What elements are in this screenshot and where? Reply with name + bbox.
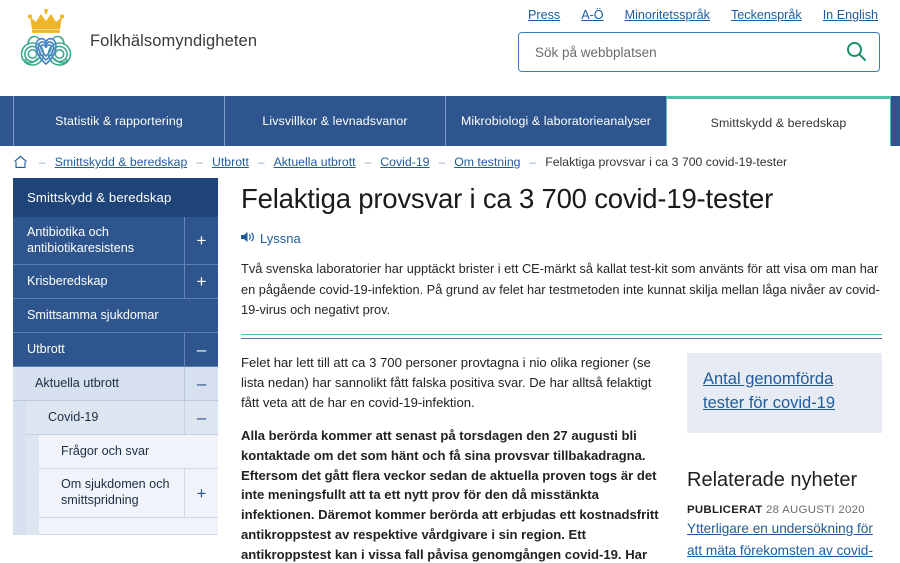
sidebar-item-label: Frågor och svar [61,444,150,459]
breadcrumb-separator: – [438,155,446,169]
sidebar-item-label: Antibiotika och antibiotikaresistens [27,225,135,255]
sidebar-item-om-sjukdomen[interactable]: Om sjukdomen och smittspridning + [39,469,218,518]
breadcrumb-separator: – [257,155,265,169]
nav-tab-smittskydd[interactable]: Smittskydd & beredskap [666,96,891,146]
news-link[interactable]: Ytterligare en undersökning för att mäta… [687,518,882,563]
article: Felaktiga provsvar i ca 3 700 covid-19-t… [218,178,900,563]
top-link-a-o[interactable]: A-Ö [581,8,603,22]
brand-name: Folkhälsomyndigheten [90,31,258,50]
content-area: Smittskydd & beredskap Antibiotika och a… [0,178,900,563]
breadcrumb-link-om-testning[interactable]: Om testning [454,155,520,169]
home-icon[interactable] [13,155,28,169]
listen-label: Lyssna [260,231,301,247]
listen-button[interactable]: Lyssna [241,231,301,246]
crown-trefoil-logo-icon [14,8,78,74]
breadcrumb-link-smittskydd[interactable]: Smittskydd & beredskap [55,155,188,169]
news-date: 28 AUGUSTI 2020 [766,503,865,516]
sidebar-item-label: Om sjukdomen och smittspridning [61,477,170,508]
brand-block[interactable]: Folkhälsomyndigheten [0,0,500,74]
main-navigation: Statistik & rapportering Livsvillkor & l… [0,96,900,146]
top-link-teckensprak[interactable]: Teckenspråk [731,8,802,22]
article-lead: Två svenska laboratorier har upptäckt br… [241,261,880,317]
collapse-minus-icon[interactable]: – [184,401,218,435]
sidebar-item-label: Krisberedskap [27,274,108,289]
sidebar-nest-level2: Covid-19 – Frågor och svar Om sjukdomen … [13,401,218,536]
search-submit-button[interactable] [843,40,869,65]
sidebar-item-label: Aktuella utbrott [35,376,120,391]
page-root: Folkhälsomyndigheten Press A-Ö Minoritet… [0,0,900,563]
breadcrumb-link-utbrott[interactable]: Utbrott [212,155,249,169]
sidebar-item-aktuella-utbrott[interactable]: Aktuella utbrott – [13,367,218,402]
breadcrumb-separator: – [196,155,203,169]
divider-blue [241,338,882,340]
sidebar-item-antibiotika[interactable]: Antibiotika och antibiotikaresistens + [13,217,218,266]
sidebar-item-label: Covid-19 [48,410,99,425]
sidebar-item-fragor-och-svar[interactable]: Frågor och svar [39,435,218,470]
expand-plus-icon[interactable]: + [184,469,218,517]
breadcrumb-separator: – [39,155,46,169]
sidebar-item-utbrott[interactable]: Utbrott – [13,333,218,368]
nav-tab-statistik[interactable]: Statistik & rapportering [13,96,225,146]
breadcrumb-link-covid19[interactable]: Covid-19 [380,155,429,169]
news-published-label: PUBLICERAT [687,503,763,516]
news-meta: PUBLICERAT 28 AUGUSTI 2020 [687,504,882,516]
sidebar-item-smittsamma-sjukdomar[interactable]: Smittsamma sjukdomar [13,299,218,334]
header-right: Press A-Ö Minoritetsspråk Teckenspråk In… [500,0,900,72]
sidebar-item-label: Utbrott [27,342,65,357]
top-link-press[interactable]: Press [528,8,560,22]
nav-tab-mikrobiologi[interactable]: Mikrobiologi & laboratorieanalyser [445,96,667,146]
article-paragraph-bold: Alla berörda kommer att senast på torsda… [241,427,659,563]
top-link-minoritetssprak[interactable]: Minoritetsspråk [625,8,710,22]
search-icon [845,40,867,65]
collapse-minus-icon[interactable]: – [184,367,218,401]
sidebar-title: Smittskydd & beredskap [13,178,218,217]
sidebar-item-label: Smittsamma sjukdomar [27,308,159,323]
search-input[interactable] [533,43,843,61]
page-title: Felaktiga provsvar i ca 3 700 covid-19-t… [241,183,774,214]
collapse-minus-icon[interactable]: – [184,333,218,367]
article-paragraph: Felet har lett till att ca 3 700 persone… [241,355,652,410]
breadcrumb-current: Felaktiga provsvar i ca 3 700 covid-19-t… [545,155,788,169]
breadcrumb-separator: – [529,155,537,169]
related-news-heading: Relaterade nyheter [687,468,858,491]
site-header: Folkhälsomyndigheten Press A-Ö Minoritet… [0,0,900,96]
news-item: PUBLICERAT 28 AUGUSTI 2020 Ytterligare e… [687,504,882,563]
expand-plus-icon[interactable]: + [184,265,218,299]
breadcrumb-link-aktuella-utbrott[interactable]: Aktuella utbrott [274,155,356,169]
promo-box: Antal genomförda tester för covid-19 [687,353,882,433]
sidebar-item-label [39,518,71,534]
left-sidebar: Smittskydd & beredskap Antibiotika och a… [13,178,218,536]
right-column: Antal genomförda tester för covid-19 Rel… [687,353,882,563]
sidebar-nest-level3: Frågor och svar Om sjukdomen och smittsp… [13,435,218,536]
sidebar-item-covid19[interactable]: Covid-19 – [26,401,218,436]
no-toggle [184,435,218,468]
sidebar-item-krisberedskap[interactable]: Krisberedskap + [13,265,218,300]
sidebar-item-partial[interactable] [39,517,218,535]
top-link-in-english[interactable]: In English [823,8,878,22]
nav-tab-livsvillkor[interactable]: Livsvillkor & levnadsvanor [224,96,446,146]
expand-plus-icon[interactable]: + [184,217,218,265]
article-columns: Felet har lett till att ca 3 700 persone… [241,353,882,563]
breadcrumb-separator: – [364,155,372,169]
speaker-icon [241,231,255,246]
divider-teal [241,334,882,336]
utility-links: Press A-Ö Minoritetsspråk Teckenspråk In… [500,8,880,22]
promo-link-antal-tester[interactable]: Antal genomförda tester för covid-19 [703,370,835,411]
article-body: Felet har lett till att ca 3 700 persone… [241,353,659,563]
no-toggle [184,299,218,332]
no-toggle [184,518,218,534]
search-bar[interactable] [518,32,880,72]
breadcrumb: – Smittskydd & beredskap – Utbrott – Akt… [0,146,900,178]
